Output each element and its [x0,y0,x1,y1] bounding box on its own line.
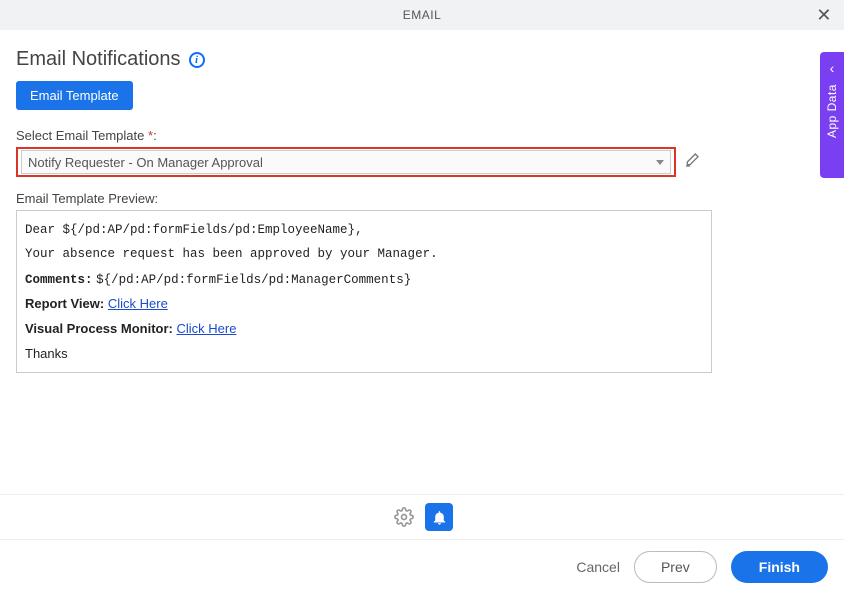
preview-label: Email Template Preview: [16,191,828,206]
report-view-link[interactable]: Click Here [108,296,168,311]
info-icon[interactable]: i [189,52,205,68]
vpm-label: Visual Process Monitor: [25,321,173,336]
chevron-down-icon [656,160,664,165]
app-data-panel-toggle[interactable]: ‹ App Data [820,52,844,178]
chevron-left-icon: ‹ [830,60,835,76]
email-preview: Dear ${/pd:AP/pd:formFields/pd:EmployeeN… [16,210,712,373]
greeting-suffix: , [355,223,363,237]
report-view-label: Report View: [25,296,104,311]
edit-icon[interactable] [684,152,700,173]
thanks-line: Thanks [25,342,703,367]
side-tab-label: App Data [825,84,839,138]
cancel-button[interactable]: Cancel [576,559,620,575]
page-title: Email Notifications [16,48,181,71]
select-template-label: Select Email Template *: [16,128,828,143]
content-area: Email Notifications i Email Template Sel… [0,30,844,373]
select-email-template[interactable]: Notify Requester - On Manager Approval [16,147,676,177]
select-value: Notify Requester - On Manager Approval [28,155,263,170]
vpm-link[interactable]: Click Here [176,321,236,336]
notification-icon[interactable] [425,503,453,531]
modal-title: EMAIL [403,8,442,22]
body-line: Your absence request has been approved b… [25,243,703,267]
gear-icon[interactable] [391,504,417,530]
comments-label: Comments: [25,273,93,287]
greeting-token: ${/pd:AP/pd:formFields/pd:EmployeeName} [63,223,356,237]
footer: Cancel Prev Finish [0,540,844,594]
close-icon[interactable]: ✕ [816,6,832,24]
bottom-toolbar [0,494,844,540]
tab-email-template[interactable]: Email Template [16,81,133,110]
modal-header: EMAIL ✕ [0,0,844,30]
finish-button[interactable]: Finish [731,551,828,583]
greeting-prefix: Dear [25,223,63,237]
prev-button[interactable]: Prev [634,551,717,583]
comments-token: ${/pd:AP/pd:formFields/pd:ManagerComment… [96,273,411,287]
